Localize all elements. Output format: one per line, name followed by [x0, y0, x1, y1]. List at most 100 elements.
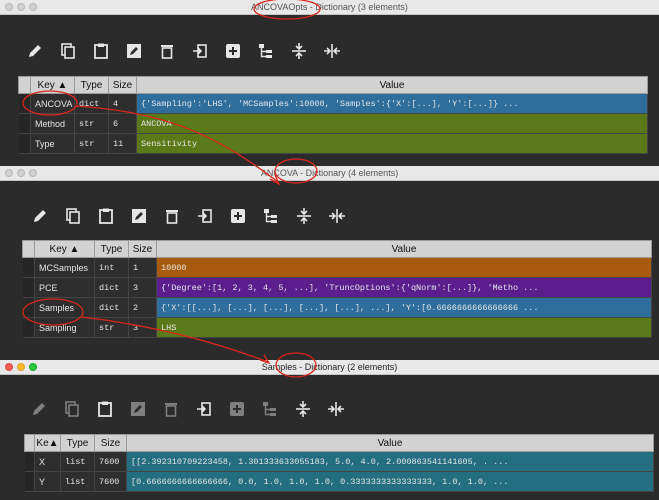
rename-button[interactable]	[122, 205, 155, 227]
type-cell[interactable]: list	[60, 471, 95, 492]
paste-button[interactable]	[89, 205, 122, 227]
size-cell[interactable]: 6	[108, 113, 137, 134]
minimize-button[interactable]	[17, 169, 25, 177]
size-cell[interactable]: 3	[128, 277, 157, 298]
key-cell[interactable]: Samples	[34, 297, 95, 318]
window-titlebar[interactable]: ANCOVA - Dictionary (4 elements)	[0, 166, 659, 181]
value-cell[interactable]: [[2.392310709223458, 1.301333633055183, …	[126, 451, 654, 472]
type-column-header[interactable]: Type	[94, 240, 129, 258]
type-cell[interactable]: dict	[74, 93, 109, 114]
type-cell[interactable]: str	[94, 317, 129, 338]
size-cell[interactable]: 11	[108, 133, 137, 154]
copy-button[interactable]	[56, 205, 89, 227]
resize-rows-button[interactable]	[282, 40, 315, 62]
value-cell[interactable]: {'Sampling':'LHS', 'MCSamples':10000, 'S…	[136, 93, 648, 114]
type-cell[interactable]: list	[60, 451, 95, 472]
value-cell[interactable]: {'X':[[...], [...], [...], [...], [...],…	[156, 297, 652, 318]
hierarchy-button[interactable]	[254, 205, 287, 227]
row-handle[interactable]	[18, 93, 31, 114]
table-row[interactable]: Y list 7600 [0.6666666666666666, 0.0, 1.…	[24, 471, 654, 492]
table-row[interactable]: Method str 6 ANCOVA	[18, 113, 648, 134]
close-button[interactable]	[5, 363, 13, 371]
insert-button[interactable]	[188, 205, 221, 227]
size-cell[interactable]: 7600	[94, 471, 127, 492]
key-cell[interactable]: PCE	[34, 277, 95, 298]
window-titlebar[interactable]: ANCOVAOpts - Dictionary (3 elements)	[0, 0, 659, 15]
row-handle[interactable]	[22, 317, 35, 338]
key-column-header[interactable]: Key ▲	[30, 76, 75, 94]
hierarchy-button[interactable]	[253, 398, 286, 420]
close-button[interactable]	[5, 169, 13, 177]
table-row[interactable]: ANCOVA dict 4 {'Sampling':'LHS', 'MCSamp…	[18, 93, 648, 114]
value-column-header[interactable]: Value	[126, 434, 654, 452]
row-handle[interactable]	[22, 297, 35, 318]
paste-button[interactable]	[84, 40, 117, 62]
insert-button[interactable]	[187, 398, 220, 420]
delete-button[interactable]	[150, 40, 183, 62]
minimize-button[interactable]	[17, 363, 25, 371]
insert-button[interactable]	[183, 40, 216, 62]
table-row[interactable]: X list 7600 [[2.392310709223458, 1.30133…	[24, 451, 654, 472]
key-column-header[interactable]: Ke▲	[34, 434, 61, 452]
type-cell[interactable]: dict	[94, 277, 129, 298]
size-cell[interactable]: 4	[108, 93, 137, 114]
key-cell[interactable]: Type	[30, 133, 75, 154]
resize-cols-button[interactable]	[315, 40, 348, 62]
table-row[interactable]: Samples dict 2 {'X':[[...], [...], [...]…	[22, 297, 652, 318]
row-handle[interactable]	[22, 277, 35, 298]
row-handle[interactable]	[18, 113, 31, 134]
key-cell[interactable]: MCSamples	[34, 257, 95, 278]
delete-button[interactable]	[154, 398, 187, 420]
copy-button[interactable]	[51, 40, 84, 62]
rename-button[interactable]	[117, 40, 150, 62]
resize-rows-button[interactable]	[286, 398, 319, 420]
value-cell[interactable]: {'Degree':[1, 2, 3, 4, 5, ...], 'TruncOp…	[156, 277, 652, 298]
size-cell[interactable]: 7600	[94, 451, 127, 472]
value-cell[interactable]: [0.6666666666666666, 0.0, 1.0, 1.0, 1.0,…	[126, 471, 654, 492]
resize-cols-button[interactable]	[320, 205, 353, 227]
value-cell[interactable]: LHS	[156, 317, 652, 338]
edit-button[interactable]	[22, 398, 55, 420]
key-cell[interactable]: Y	[34, 471, 61, 492]
value-column-header[interactable]: Value	[156, 240, 652, 258]
key-cell[interactable]: Method	[30, 113, 75, 134]
key-cell[interactable]: X	[34, 451, 61, 472]
size-cell[interactable]: 1	[128, 257, 157, 278]
value-cell[interactable]: Sensitivity	[136, 133, 648, 154]
size-cell[interactable]: 3	[128, 317, 157, 338]
value-cell[interactable]: 10000	[156, 257, 652, 278]
copy-button[interactable]	[55, 398, 88, 420]
type-column-header[interactable]: Type	[74, 76, 109, 94]
value-cell[interactable]: ANCOVA	[136, 113, 648, 134]
table-row[interactable]: Type str 11 Sensitivity	[18, 133, 648, 154]
window-titlebar[interactable]: Samples - Dictionary (2 elements)	[0, 360, 659, 375]
edit-button[interactable]	[23, 205, 56, 227]
type-cell[interactable]: str	[74, 113, 109, 134]
row-handle[interactable]	[18, 133, 31, 154]
delete-button[interactable]	[155, 205, 188, 227]
resize-cols-button[interactable]	[319, 398, 352, 420]
zoom-button[interactable]	[29, 363, 37, 371]
key-cell[interactable]: ANCOVA	[30, 93, 75, 114]
size-column-header[interactable]: Size	[108, 76, 137, 94]
key-column-header[interactable]: Key ▲	[34, 240, 95, 258]
rename-button[interactable]	[121, 398, 154, 420]
size-cell[interactable]: 2	[128, 297, 157, 318]
value-column-header[interactable]: Value	[136, 76, 648, 94]
table-row[interactable]: MCSamples int 1 10000	[22, 257, 652, 278]
table-row[interactable]: Sampling str 3 LHS	[22, 317, 652, 338]
table-row[interactable]: PCE dict 3 {'Degree':[1, 2, 3, 4, 5, ...…	[22, 277, 652, 298]
type-cell[interactable]: dict	[94, 297, 129, 318]
minimize-button[interactable]	[17, 3, 25, 11]
type-cell[interactable]: int	[94, 257, 129, 278]
row-handle[interactable]	[22, 257, 35, 278]
type-cell[interactable]: str	[74, 133, 109, 154]
add-button[interactable]	[221, 205, 254, 227]
hierarchy-button[interactable]	[249, 40, 282, 62]
zoom-button[interactable]	[29, 3, 37, 11]
edit-button[interactable]	[18, 40, 51, 62]
paste-button[interactable]	[88, 398, 121, 420]
close-button[interactable]	[5, 3, 13, 11]
zoom-button[interactable]	[29, 169, 37, 177]
resize-rows-button[interactable]	[287, 205, 320, 227]
